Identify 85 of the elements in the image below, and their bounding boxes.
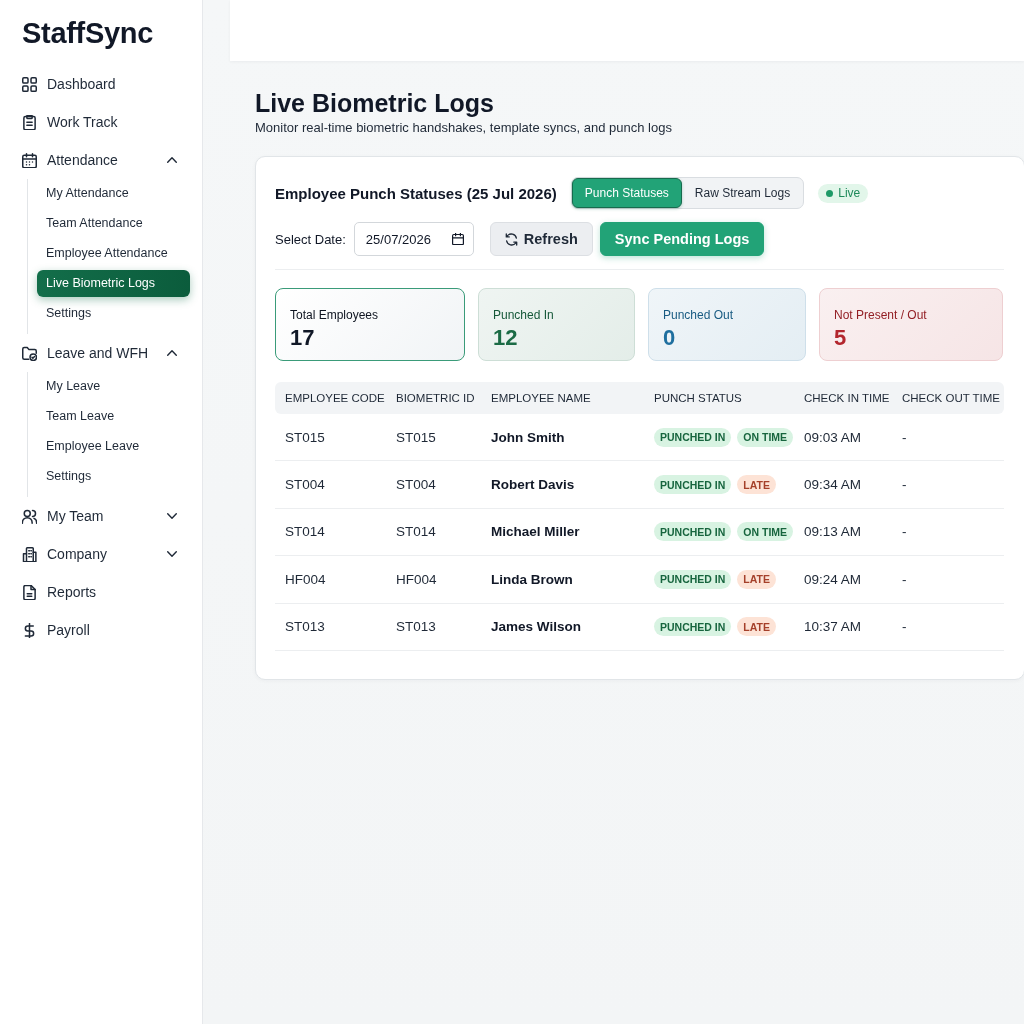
punch-status-badge: PUNCHED IN bbox=[654, 522, 732, 542]
dollar-icon bbox=[22, 622, 37, 638]
nav-item[interactable]: Reports bbox=[12, 573, 190, 611]
nav-item[interactable]: My Team bbox=[12, 497, 190, 535]
date-field[interactable]: 25/07/2026 bbox=[353, 222, 474, 256]
employee-name: John Smith bbox=[490, 429, 566, 445]
stat-label: Total Employees bbox=[290, 307, 379, 323]
stat-label: Not Present / Out bbox=[834, 307, 927, 323]
nav-subitem[interactable]: Live Biometric Logs bbox=[37, 270, 190, 297]
document-icon bbox=[22, 584, 37, 600]
column-header: PUNCH STATUS bbox=[653, 392, 743, 404]
users-icon bbox=[22, 508, 37, 524]
nav-item[interactable]: Leave and WFH bbox=[12, 334, 190, 372]
column-header: CHECK OUT TIME bbox=[901, 392, 1001, 404]
timing-badge: LATE bbox=[737, 617, 776, 637]
nav-item[interactable]: Payroll bbox=[12, 611, 190, 649]
table-cell-text: - bbox=[901, 477, 908, 493]
nav-subitem[interactable]: My Attendance bbox=[37, 180, 190, 207]
table-cell-text: HF004 bbox=[284, 571, 327, 587]
timing-badge: LATE bbox=[737, 475, 776, 495]
stat-value: 0 bbox=[663, 325, 676, 351]
punch-status-badge: PUNCHED IN bbox=[654, 475, 732, 495]
punch-status-badge: PUNCHED IN bbox=[654, 427, 732, 447]
column-header: BIOMETRIC ID bbox=[395, 392, 476, 404]
stat-value: 5 bbox=[834, 325, 847, 351]
table-cell-text: 09:34 AM bbox=[803, 477, 863, 493]
table-cell-text: ST013 bbox=[284, 619, 326, 635]
clipboard-icon bbox=[22, 114, 37, 130]
table-cell-text: 09:13 AM bbox=[803, 524, 863, 540]
table-cell-text: 09:03 AM bbox=[803, 429, 863, 445]
nav-subitem[interactable]: My Leave bbox=[37, 373, 190, 400]
nav-item[interactable]: Work Track bbox=[12, 103, 190, 141]
calendar-icon bbox=[22, 152, 37, 168]
nav-subitem[interactable]: Team Attendance bbox=[37, 210, 190, 237]
punch-status-badge: PUNCHED IN bbox=[654, 569, 732, 589]
employee-name: Michael Miller bbox=[490, 524, 581, 540]
employee-name: Robert Davis bbox=[490, 477, 576, 493]
table-cell-text: ST004 bbox=[395, 477, 437, 493]
nav-subitem[interactable]: Settings bbox=[37, 463, 190, 490]
app-logo: StaffSync bbox=[22, 16, 154, 51]
employee-name: James Wilson bbox=[490, 619, 582, 635]
timing-badge: ON TIME bbox=[737, 522, 794, 542]
table-cell-text: ST015 bbox=[284, 429, 326, 445]
page-subtitle: Monitor real-time biometric handshakes, template syncs, and punch logs bbox=[255, 119, 672, 137]
stat-label: Punched Out bbox=[663, 307, 734, 323]
tab[interactable]: Raw Stream Logs bbox=[681, 178, 804, 208]
table-cell-text: ST013 bbox=[395, 619, 437, 635]
building-icon bbox=[22, 546, 37, 562]
nav-subitem[interactable]: Settings bbox=[37, 300, 190, 327]
nav-item[interactable]: Dashboard bbox=[12, 65, 190, 103]
table-cell-text: - bbox=[901, 571, 908, 587]
nav-item[interactable]: Company bbox=[12, 535, 190, 573]
folder-icon bbox=[22, 345, 37, 361]
live-label: Live bbox=[838, 186, 861, 200]
nav-subitem[interactable]: Employee Leave bbox=[37, 433, 190, 460]
grid-icon bbox=[22, 76, 37, 92]
table-cell-text: - bbox=[901, 619, 908, 635]
table-cell-text: ST015 bbox=[395, 429, 437, 445]
table-cell-text: - bbox=[901, 524, 908, 540]
timing-badge: ON TIME bbox=[737, 427, 794, 447]
table-cell-text: ST014 bbox=[284, 524, 326, 540]
refresh-button[interactable]: Refresh bbox=[489, 222, 593, 256]
table-cell-text: 09:24 AM bbox=[803, 571, 863, 587]
stat-value: 17 bbox=[290, 325, 315, 351]
column-header: EMPLOYEE NAME bbox=[490, 392, 592, 404]
nav-subitem[interactable]: Team Leave bbox=[37, 403, 190, 430]
table-cell-text: 10:37 AM bbox=[803, 619, 863, 635]
stat-label: Punched In bbox=[493, 307, 554, 323]
panel-title: Employee Punch Statuses (25 Jul 2026) bbox=[275, 184, 557, 202]
column-header: CHECK IN TIME bbox=[803, 392, 891, 404]
refresh-icon bbox=[504, 232, 518, 246]
punch-status-badge: PUNCHED IN bbox=[654, 617, 732, 637]
table-cell-text: - bbox=[901, 429, 908, 445]
page-title: Live Biometric Logs bbox=[255, 88, 494, 118]
calendar-icon bbox=[451, 233, 464, 245]
employee-name: Linda Brown bbox=[490, 571, 574, 587]
timing-badge: LATE bbox=[737, 569, 776, 589]
table-cell-text: ST004 bbox=[284, 477, 326, 493]
table-cell-text: HF004 bbox=[395, 571, 438, 587]
stat-value: 12 bbox=[493, 325, 518, 351]
table-cell-text: ST014 bbox=[395, 524, 437, 540]
nav-subitem[interactable]: Employee Attendance bbox=[37, 240, 190, 267]
date-label: Select Date: bbox=[275, 231, 346, 247]
column-header: EMPLOYEE CODE bbox=[284, 392, 386, 404]
nav-item[interactable]: Attendance bbox=[12, 141, 190, 179]
